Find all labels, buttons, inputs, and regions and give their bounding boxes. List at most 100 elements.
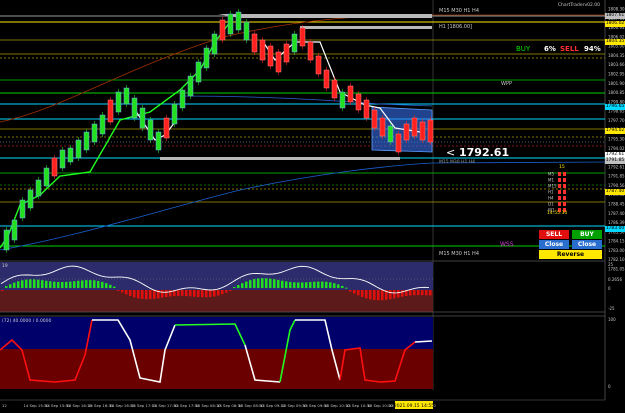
candle-body: [43, 167, 50, 187]
price-axis-label: 1790.56: [608, 183, 625, 188]
price-axis-label: 1802.95: [608, 72, 625, 77]
price-axis-label: 1784.15: [608, 239, 625, 244]
candle-body: [307, 41, 314, 61]
osc1-bar: [129, 290, 132, 296]
osc1-bar: [301, 282, 304, 288]
candle-body: [395, 133, 402, 153]
osc1-bar: [213, 290, 216, 297]
osc1-bar: [197, 290, 200, 297]
mini-table-signal: [563, 202, 566, 206]
candle-body: [107, 99, 114, 123]
osc1-bar: [369, 290, 372, 300]
candle-body: [403, 123, 410, 141]
price-axis-label: 1786.39: [608, 220, 625, 225]
candle-body: [35, 179, 42, 197]
osc1-bar: [165, 290, 168, 298]
osc1-bar: [69, 281, 72, 288]
candle-body: [99, 114, 106, 135]
osc1-bar: [205, 290, 208, 298]
mini-table-signal: [558, 178, 561, 182]
chart-window[interactable]: 12 14 Sep 15:30 14 Sep 15:55 14 Sep 16:15 14…: [0, 0, 625, 409]
osc1-bar: [273, 279, 276, 288]
osc1-bar: [21, 280, 24, 288]
current-price-arrow: <: [446, 146, 455, 159]
candle-body: [195, 61, 202, 83]
osc1-bar: [189, 290, 192, 297]
price-axis-label: 1791.85: [608, 174, 625, 179]
price-tag: 1804.35: [605, 39, 625, 45]
osc1-bar: [97, 280, 100, 288]
candle-body: [187, 75, 194, 97]
sell-label: SELL: [560, 45, 579, 53]
osc1-bar: [377, 290, 380, 301]
osc1-bar: [421, 290, 424, 296]
osc1-bar: [65, 281, 68, 288]
price-tag: 1807.61: [605, 13, 625, 19]
osc1-bar: [177, 290, 180, 296]
wss-label: WSS: [500, 241, 514, 248]
resistance-band: [218, 14, 432, 18]
osc1-bar: [313, 281, 316, 288]
osc1-bar: [161, 290, 164, 298]
osc2-lower-zone: [0, 349, 433, 389]
time-axis-label: 12: [2, 403, 7, 408]
mini-table-tf: M1: [548, 178, 554, 183]
osc1-bar: [29, 279, 32, 288]
osc1-bar: [317, 281, 320, 288]
close-buy-button[interactable]: Close Buy: [572, 240, 602, 257]
buy-button[interactable]: BUY: [572, 230, 602, 239]
price-tag: 1806.02: [605, 21, 625, 27]
price-tag: 1791.85: [605, 158, 625, 164]
candle-body: [259, 39, 266, 61]
sell-button[interactable]: SELL: [539, 230, 569, 239]
mini-table-tf: D1: [548, 202, 554, 207]
osc1-bar: [409, 290, 412, 296]
price-tag: 1787.40: [605, 189, 625, 195]
osc1-bar: [245, 281, 248, 288]
osc1-bar: [417, 290, 420, 296]
mini-table-time: 14:55:30: [547, 210, 567, 216]
osc1-bar: [33, 279, 36, 288]
osc1-bar: [25, 279, 28, 288]
osc1-bar: [109, 284, 112, 288]
candle-body: [275, 51, 282, 73]
osc1-bar: [305, 282, 308, 288]
osc1-bar: [241, 283, 244, 288]
price-chart[interactable]: 12 14 Sep 15:3014 Sep 15:5514 Sep 16:1514…: [0, 0, 625, 409]
mini-table-signal: [563, 178, 566, 182]
buy-label: BUY: [516, 45, 531, 53]
osc1-bar: [17, 281, 20, 288]
candle-body: [51, 157, 58, 177]
watermark-label: ChartTraderv02.00: [558, 2, 600, 8]
osc1-scale-label: -25: [608, 306, 615, 311]
osc2-scale-label: 100: [608, 317, 616, 322]
osc1-bar: [141, 290, 144, 299]
osc1-bar: [37, 279, 40, 288]
osc1-bar: [285, 281, 288, 288]
mini-table-signal: [563, 196, 566, 200]
osc1-lower-zone: [0, 290, 433, 312]
osc1-bar: [49, 281, 52, 288]
candle-body: [427, 119, 434, 143]
osc1-bar: [269, 278, 272, 288]
close-sell-button[interactable]: Close Sell: [539, 240, 569, 257]
osc1-bar: [201, 290, 204, 298]
candle-body: [251, 33, 258, 53]
price-axis-label: 1788.45: [608, 202, 625, 207]
candle-body: [411, 117, 418, 137]
time-axis: 12 14 Sep 15:3014 Sep 15:5514 Sep 16:1514…: [2, 403, 436, 408]
osc1-bar: [41, 280, 44, 288]
osc1-bar: [337, 284, 340, 288]
candle-body: [363, 99, 370, 119]
reverse-button[interactable]: Reverse: [539, 250, 602, 259]
candle-body: [211, 33, 218, 55]
osc1-bar: [45, 280, 48, 288]
candle-body: [139, 107, 146, 129]
osc1-bar: [101, 281, 104, 288]
candle-body: [219, 19, 226, 41]
candle-body: [91, 123, 98, 143]
osc1-bar: [81, 280, 84, 288]
osc1-bar: [381, 290, 384, 301]
osc1-label: 19: [2, 263, 8, 269]
osc1-bar: [133, 290, 136, 298]
